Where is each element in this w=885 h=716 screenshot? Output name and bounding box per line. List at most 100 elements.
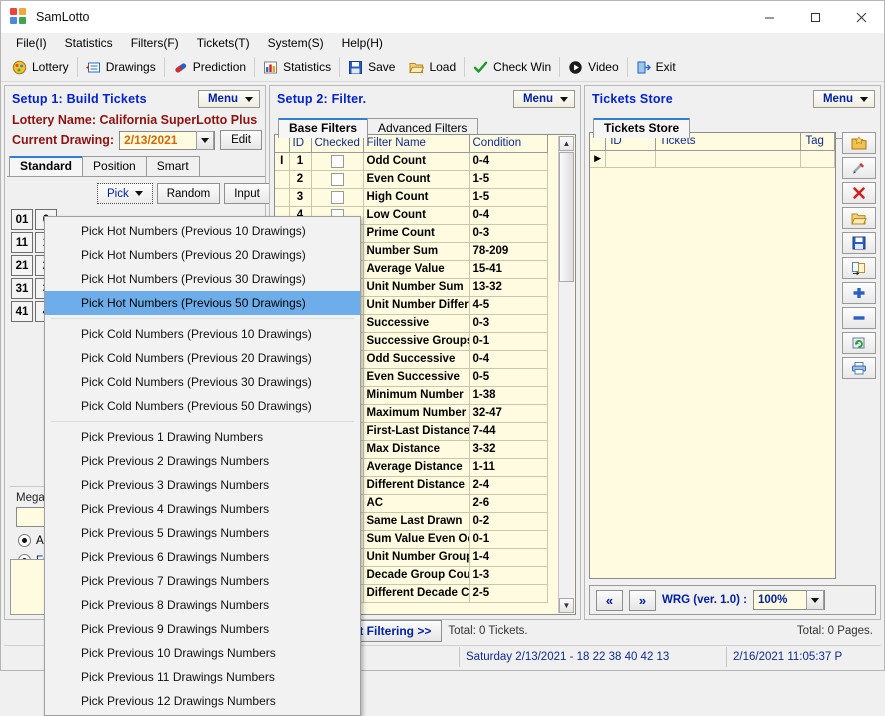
dropdown-menu-item[interactable]: Pick Previous 3 Drawings Numbers (45, 473, 360, 497)
row-filter-name[interactable]: Low Count (363, 206, 470, 225)
row-condition[interactable]: 0-5 (469, 368, 548, 387)
toolbar-button-lottery[interactable]: Lottery (5, 55, 76, 79)
scroll-up-icon[interactable]: ▲ (559, 136, 574, 151)
scrollbar-thumb[interactable] (559, 152, 574, 282)
tickets-store-grid[interactable]: ID Tickets Tag ▶ (589, 132, 836, 579)
row-filter-name[interactable]: High Count (363, 188, 470, 207)
row-condition[interactable]: 32-47 (469, 404, 548, 423)
current-drawing-select[interactable]: 2/13/2021 (119, 130, 216, 150)
row-condition[interactable]: 1-3 (469, 566, 548, 585)
zoom-select[interactable]: 100% (753, 590, 825, 610)
row-checkbox[interactable] (330, 154, 344, 168)
toolbar-button-exit[interactable]: Exit (629, 55, 683, 79)
prev-page-button[interactable]: « (596, 589, 623, 611)
chevron-down-icon[interactable] (806, 590, 824, 610)
row-condition[interactable]: 1-38 (469, 386, 548, 405)
dropdown-menu-item[interactable]: Pick Previous 2 Drawings Numbers (45, 449, 360, 473)
row-filter-name[interactable]: Max Distance (363, 440, 470, 459)
table-row[interactable]: 2 Even Count 1-5 (275, 170, 548, 189)
tab-smart[interactable]: Smart (145, 156, 200, 176)
row-filter-name[interactable]: Different Distance (363, 476, 470, 495)
dropdown-menu-item[interactable]: Pick Hot Numbers (Previous 50 Drawings) (45, 291, 360, 315)
dropdown-menu-item[interactable]: Pick Previous 9 Drawings Numbers (45, 617, 360, 641)
table-row[interactable]: 3 High Count 1-5 (275, 188, 548, 207)
dropdown-menu-item[interactable]: Pick Previous 11 Drawings Numbers (45, 665, 360, 689)
row-checkbox-cell[interactable] (311, 170, 364, 189)
row-condition[interactable]: 1-11 (469, 458, 548, 477)
radio-all[interactable] (18, 534, 31, 547)
menu-item-tickets[interactable]: Tickets(T) (188, 34, 259, 52)
row-checkbox[interactable] (330, 190, 344, 204)
toolbar-button-prediction[interactable]: Prediction (166, 55, 253, 79)
dropdown-menu-item[interactable]: Pick Previous 5 Drawings Numbers (45, 521, 360, 545)
delete-x-icon[interactable] (842, 182, 876, 204)
dropdown-menu-item[interactable]: Pick Hot Numbers (Previous 20 Drawings) (45, 243, 360, 267)
toolbar-button-statistics[interactable]: Statistics (256, 55, 338, 79)
toolbar-button-drawings[interactable]: Drawings (79, 55, 163, 79)
col-condition[interactable]: Condition (469, 135, 548, 153)
pick-dropdown-menu[interactable]: Pick Hot Numbers (Previous 10 Drawings) P… (44, 216, 361, 716)
dropdown-menu-item[interactable]: Pick Hot Numbers (Previous 10 Drawings) (45, 219, 360, 243)
setup1-menu-button[interactable]: Menu (197, 90, 260, 108)
toolbar-button-save[interactable]: Save (341, 55, 402, 79)
dropdown-menu-item[interactable]: Pick Previous 6 Drawings Numbers (45, 545, 360, 569)
row-condition[interactable]: 0-4 (469, 350, 548, 369)
floppy-save-icon[interactable] (842, 232, 876, 254)
row-id[interactable]: 1 (289, 152, 312, 171)
row-condition[interactable]: 1-5 (469, 170, 548, 189)
row-condition[interactable]: 13-32 (469, 278, 548, 297)
row-filter-name[interactable]: AC (363, 494, 470, 513)
edit-pencil-icon[interactable] (842, 157, 876, 179)
row-condition[interactable]: 2-4 (469, 476, 548, 495)
dropdown-menu-item[interactable]: Pick Previous 10 Drawings Numbers (45, 641, 360, 665)
dropdown-menu-item[interactable]: Pick Previous 4 Drawings Numbers (45, 497, 360, 521)
row-condition[interactable]: 0-1 (469, 332, 548, 351)
row-id[interactable]: 3 (289, 188, 312, 207)
tab-tickets-store[interactable]: Tickets Store (593, 118, 691, 138)
input-button[interactable]: Input (224, 183, 270, 204)
row-filter-name[interactable]: Unit Number Sum (363, 278, 470, 297)
row-tag[interactable] (800, 150, 835, 168)
close-icon[interactable] (838, 1, 884, 33)
row-filter-name[interactable]: Odd Successive (363, 350, 470, 369)
row-condition[interactable]: 15-41 (469, 260, 548, 279)
dropdown-menu-item[interactable]: Pick Cold Numbers (Previous 10 Drawings) (45, 322, 360, 346)
row-condition[interactable]: 0-1 (469, 530, 548, 549)
refresh-icon[interactable] (842, 332, 876, 354)
table-row[interactable]: I 1 Odd Count 0-4 (275, 152, 548, 171)
menu-item-filters[interactable]: Filters(F) (122, 34, 188, 52)
setup2-menu-button[interactable]: Menu (512, 90, 575, 108)
row-condition[interactable]: 0-3 (469, 224, 548, 243)
row-condition[interactable]: 1-4 (469, 548, 548, 567)
row-condition[interactable]: 0-4 (469, 206, 548, 225)
row-condition[interactable]: 0-4 (469, 152, 548, 171)
edit-drawing-button[interactable]: Edit (220, 130, 262, 150)
tickets-store-menu-button[interactable]: Menu (812, 90, 875, 108)
row-filter-name[interactable]: Unit Number Group (363, 548, 470, 567)
number-cell[interactable]: 01 (11, 209, 33, 230)
ts-col-tag[interactable]: Tag (800, 133, 835, 151)
row-filter-name[interactable]: Minimum Number (363, 386, 470, 405)
row-condition[interactable]: 0-3 (469, 314, 548, 333)
chevron-down-icon[interactable] (196, 130, 215, 150)
menu-item-system[interactable]: System(S) (259, 34, 333, 52)
row-filter-name[interactable]: Different Decade C (363, 584, 470, 603)
row-filter-name[interactable]: Decade Group Cour (363, 566, 470, 585)
minus-icon[interactable] (842, 307, 876, 329)
scroll-down-icon[interactable]: ▼ (559, 598, 574, 613)
print-icon[interactable] (842, 357, 876, 379)
row-filter-name[interactable]: Number Sum (363, 242, 470, 261)
toolbar-button-check-win[interactable]: Check Win (466, 55, 558, 79)
minimize-icon[interactable] (746, 1, 792, 33)
row-filter-name[interactable]: Successive (363, 314, 470, 333)
dropdown-menu-item[interactable]: Pick Previous 1 Drawing Numbers (45, 425, 360, 449)
dropdown-menu-item[interactable]: Pick Previous 7 Drawings Numbers (45, 569, 360, 593)
dropdown-menu-item[interactable]: Pick Cold Numbers (Previous 30 Drawings) (45, 370, 360, 394)
row-id[interactable]: 2 (289, 170, 312, 189)
menu-item-help[interactable]: Help(H) (333, 34, 392, 52)
dropdown-menu-item[interactable]: Pick Previous 12 Drawings Numbers (45, 689, 360, 713)
dropdown-menu-item[interactable]: Pick Cold Numbers (Previous 50 Drawings) (45, 394, 360, 418)
add-ticket-folder-icon[interactable] (842, 132, 876, 154)
row-tickets[interactable] (655, 150, 802, 168)
row-checkbox[interactable] (330, 172, 344, 186)
